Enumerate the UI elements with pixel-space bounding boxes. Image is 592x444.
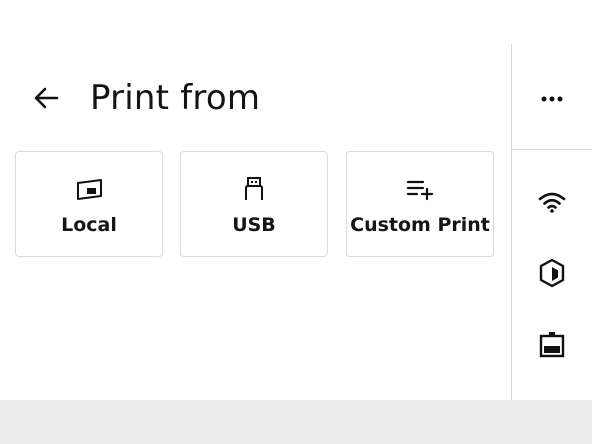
right-panel <box>511 44 592 400</box>
usb-label: USB <box>232 214 276 236</box>
wifi-button[interactable] <box>512 184 592 224</box>
device-status-icon <box>538 330 566 364</box>
local-label: Local <box>61 214 117 236</box>
playlist-add-icon <box>347 176 493 202</box>
local-source-card[interactable]: Local <box>15 151 163 257</box>
usb-source-card[interactable]: USB <box>180 151 328 257</box>
panel-divider <box>512 149 592 150</box>
usb-icon <box>181 176 327 202</box>
back-button[interactable] <box>26 80 66 120</box>
bottom-bar <box>0 400 592 444</box>
wifi-icon <box>537 190 567 218</box>
more-options-button[interactable] <box>512 77 592 117</box>
page-title: Print from <box>90 78 261 118</box>
custom-print-label: Custom Print <box>350 214 490 236</box>
arrow-left-icon <box>31 83 61 117</box>
more-horizontal-icon <box>540 88 564 107</box>
custom-print-card[interactable]: Custom Print <box>346 151 494 257</box>
local-storage-icon <box>16 176 162 202</box>
device-status-button[interactable] <box>512 327 592 367</box>
model-button[interactable] <box>512 255 592 295</box>
cube-icon <box>538 258 566 292</box>
